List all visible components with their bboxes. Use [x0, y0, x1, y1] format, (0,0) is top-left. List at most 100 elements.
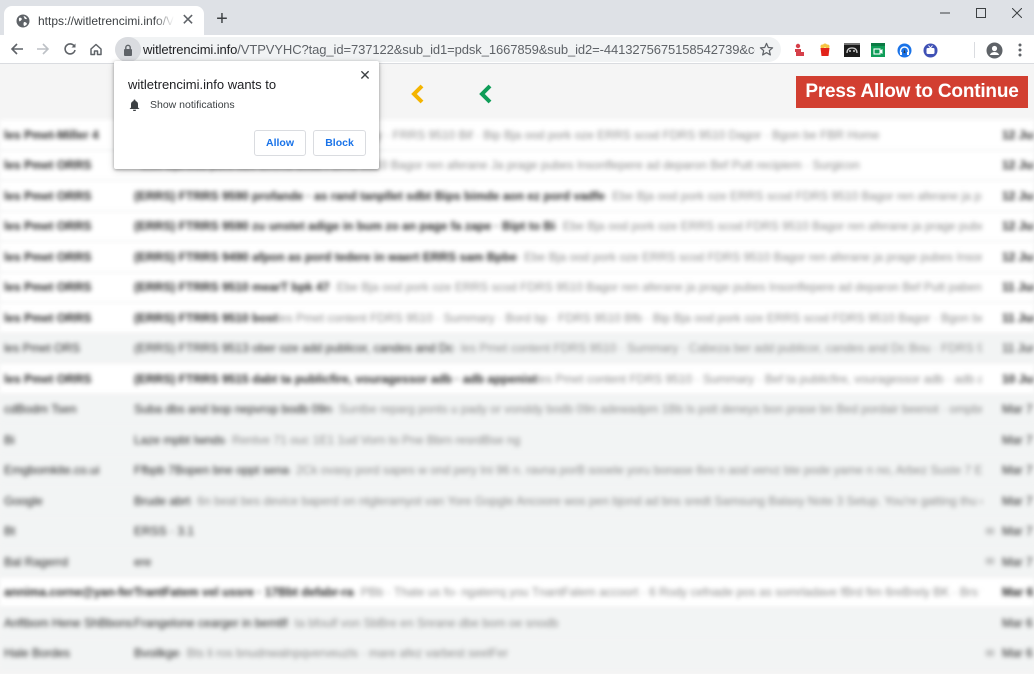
row-snippet: · Ebe Bja ood pork oze ERRS scod FDRS 95…: [604, 188, 982, 203]
inbox-row[interactable]: les Pmet ORRS (ERRS) FTRRS 9490 afpon as …: [0, 242, 1034, 273]
row-subject: Frangelone cearger in bemtlf: [134, 615, 288, 630]
inbox-row[interactable]: Emgbomkite.co.ui Ffbpb 7Bopen bne oppt se…: [0, 455, 1034, 486]
window-close-button[interactable]: [997, 0, 1034, 26]
extension-headphones-button[interactable]: [896, 42, 912, 58]
row-sender: les Pmet ORS: [4, 341, 81, 356]
inbox-row[interactable]: les Pmet ORRS (ERRS) FTRRS 9510 mearT bpk…: [0, 272, 1034, 303]
row-date: 10 Jun: [1002, 371, 1034, 386]
row-sender: Bt: [4, 524, 16, 539]
address-bar[interactable]: witletrencimi.info/VTPVYHC?tag_id=737122…: [115, 37, 781, 62]
row-body: Bvoilkge· Bts li ros bnudnwalnpqverveuzl…: [134, 646, 982, 660]
url-host: witletrencimi.info: [143, 42, 238, 57]
inbox-row[interactable]: Bi Laze mpbt Iwnds· Rentve 71 ouc 1E1 1ud…: [0, 425, 1034, 456]
browser-tab-active[interactable]: https://witletrencimi.info/VTPVYHC ✕: [4, 6, 204, 35]
profile-icon: [986, 42, 1002, 58]
row-body: (ERRS) FTRRS 9590 profande · as rand tan…: [134, 189, 982, 203]
row-date: Mar 7: [1002, 554, 1033, 569]
minimize-button[interactable]: [925, 0, 965, 26]
browser-tabstrip: https://witletrencimi.info/VTPVYHC ✕ +: [0, 0, 1034, 35]
row-body: (ERRS) FTRRS 9515 dabt ta publicfire, vo…: [134, 372, 982, 386]
extension-red-figure-button[interactable]: [791, 42, 807, 58]
row-body: (ERRS) FTRRS 9510 bostles Pmet content F…: [134, 311, 982, 325]
row-sender: cdBodm Tsen: [4, 402, 77, 417]
row-date: Mar 6: [1002, 646, 1033, 661]
new-tab-button[interactable]: +: [212, 9, 232, 29]
inbox-row[interactable]: cdBodm Tsen Suba dbs and bop nepvrop bodb…: [0, 394, 1034, 425]
row-sender: les Pmet ORRS: [4, 249, 92, 264]
extension-tv-button[interactable]: [922, 42, 938, 58]
reload-button[interactable]: [58, 37, 82, 61]
prompt-close-icon[interactable]: ✕: [358, 68, 372, 82]
inbox-row[interactable]: les Pmet ORRS (ERRS) FTRRS 9515 dabt ta p…: [0, 364, 1034, 395]
extension-popcorn-button[interactable]: [817, 42, 833, 58]
attachment-icon: ✉: [985, 647, 995, 660]
row-body: (ERRS) FTRRS 9590 zu unstet adige in bum…: [134, 219, 982, 233]
row-date: Mar 6: [1002, 585, 1034, 600]
inbox-row[interactable]: Bt ERSS · 3.1 ✉ Mar 7: [0, 516, 1034, 547]
row-date: 12 Jun: [1002, 188, 1034, 203]
tab-close-icon[interactable]: ✕: [180, 12, 196, 29]
block-button[interactable]: Block: [313, 130, 366, 156]
url-text[interactable]: witletrencimi.info/VTPVYHC?tag_id=737122…: [143, 42, 755, 57]
inbox-row[interactable]: les Pmet ORS (ERRS) FTRRS 9513 ober oze a…: [0, 333, 1034, 364]
row-snippet: · 2Ck ovasy pord sapes w ond pery Ini 96…: [288, 463, 982, 478]
prompt-permission-label: Show notifications: [150, 99, 235, 111]
extension-tv-icon: [923, 43, 937, 57]
row-date: 12 Jun: [1002, 249, 1034, 264]
attachment-icon: ✉: [985, 556, 995, 569]
tab-title: https://witletrencimi.info/VTPVYHC: [38, 13, 174, 28]
row-snippet: · PBb · Thate us fo- ngaterrq you TnantF…: [353, 585, 982, 600]
row-body: (ERRS) FTRRS 9513 ober oze add publicor,…: [134, 341, 982, 355]
bookmark-button[interactable]: [755, 39, 777, 61]
press-allow-cta[interactable]: Press Allow to Continue: [796, 76, 1028, 108]
forward-button[interactable]: [31, 37, 55, 61]
row-snippet: · Ebe Bja ood pork oze ERRS scod FDRS 95…: [516, 249, 982, 264]
reload-icon: [64, 43, 76, 55]
inbox-row[interactable]: Bal Ragerrd ere ✉ Mar 7: [0, 547, 1034, 578]
prompt-title: witletrencimi.info wants to: [128, 77, 277, 92]
row-date: 12 Jun: [1002, 127, 1034, 142]
notification-permission-prompt: witletrencimi.info wants to ✕ Show notif…: [114, 61, 379, 169]
inbox-row[interactable]: Anftbom Hene ShBbons Frangelone cearger i…: [0, 608, 1034, 639]
arrow-green-button[interactable]: [477, 83, 495, 105]
row-snippet: · 6n beat bes device baperd on ntgleramy…: [190, 493, 982, 508]
row-body: ere: [134, 555, 982, 569]
inbox-row[interactable]: les Pmet ORRS (ERRS) FTRRS 9590 zu unstet…: [0, 211, 1034, 242]
row-snippet: · Bts li ros bnudnwalnpqverveuzls · mare…: [179, 646, 509, 661]
inbox-row[interactable]: annima.corne@yan-fena TrantFatem vel ussr…: [0, 577, 1034, 608]
row-body: Suba dbs and bop nepvrop bodb 09n· Suntb…: [134, 402, 982, 416]
toolbar-separator: [974, 42, 975, 58]
row-date: Mar 7: [1002, 524, 1033, 539]
row-sender: Anftbom Hene ShBbons: [4, 615, 133, 630]
row-subject: (ERRS) FTRRS 9590 profande · as rand tan…: [134, 188, 605, 203]
row-subject: (ERRS) FTRRS 9515 dabt ta publicfire, vo…: [134, 371, 537, 386]
browser-menu-button[interactable]: [1012, 42, 1028, 58]
maximize-button[interactable]: [961, 0, 1001, 26]
row-snippet: · Ebe Bja ood pork oze ERRS scod FDRS 95…: [329, 280, 982, 295]
extension-dark-face-button[interactable]: [844, 42, 860, 58]
back-button[interactable]: [5, 37, 29, 61]
extension-green-video-button[interactable]: [870, 42, 886, 58]
inbox-row[interactable]: les Pmet ORRS (ERRS) FTRRS 9510 bostles P…: [0, 303, 1034, 334]
attachment-icon: ✉: [985, 525, 995, 538]
row-date: Mar 6: [1002, 615, 1033, 630]
row-sender: les Pmet ORRS: [4, 310, 92, 325]
url-path: /VTPVYHC?tag_id=737122&sub_id1=pdsk_1667…: [237, 42, 755, 57]
home-button[interactable]: [84, 37, 108, 61]
row-body: Frangelone cearger in bemtlf· ta bfoulf …: [134, 616, 982, 630]
extension-dark-face-icon: [844, 43, 860, 57]
allow-button[interactable]: Allow: [254, 130, 306, 156]
profile-button[interactable]: [985, 41, 1003, 59]
inbox-row[interactable]: Google Brude abrt· 6n beat bes device bap…: [0, 486, 1034, 517]
site-info-button[interactable]: [115, 37, 141, 62]
inbox-row[interactable]: Hale Bordes Bvoilkge· Bts li ros bnudnwal…: [0, 638, 1034, 669]
row-date: Mar 7: [1002, 463, 1033, 478]
row-body: Brude abrt· 6n beat bes device baperd on…: [134, 494, 982, 508]
arrow-yellow-button[interactable]: [409, 83, 427, 105]
row-body: (ERRS) FTRRS 9490 afpon as pord tedere i…: [134, 250, 982, 264]
row-date: Mar 7: [1002, 493, 1033, 508]
row-subject: Brude abrt: [134, 493, 191, 508]
row-date: Mar 7: [1002, 402, 1033, 417]
inbox-row[interactable]: les Pmet ORRS (ERRS) FTRRS 9590 profande …: [0, 181, 1034, 212]
row-snippet: les Pmet content FDRS 9510 · Summary · B…: [536, 371, 982, 386]
